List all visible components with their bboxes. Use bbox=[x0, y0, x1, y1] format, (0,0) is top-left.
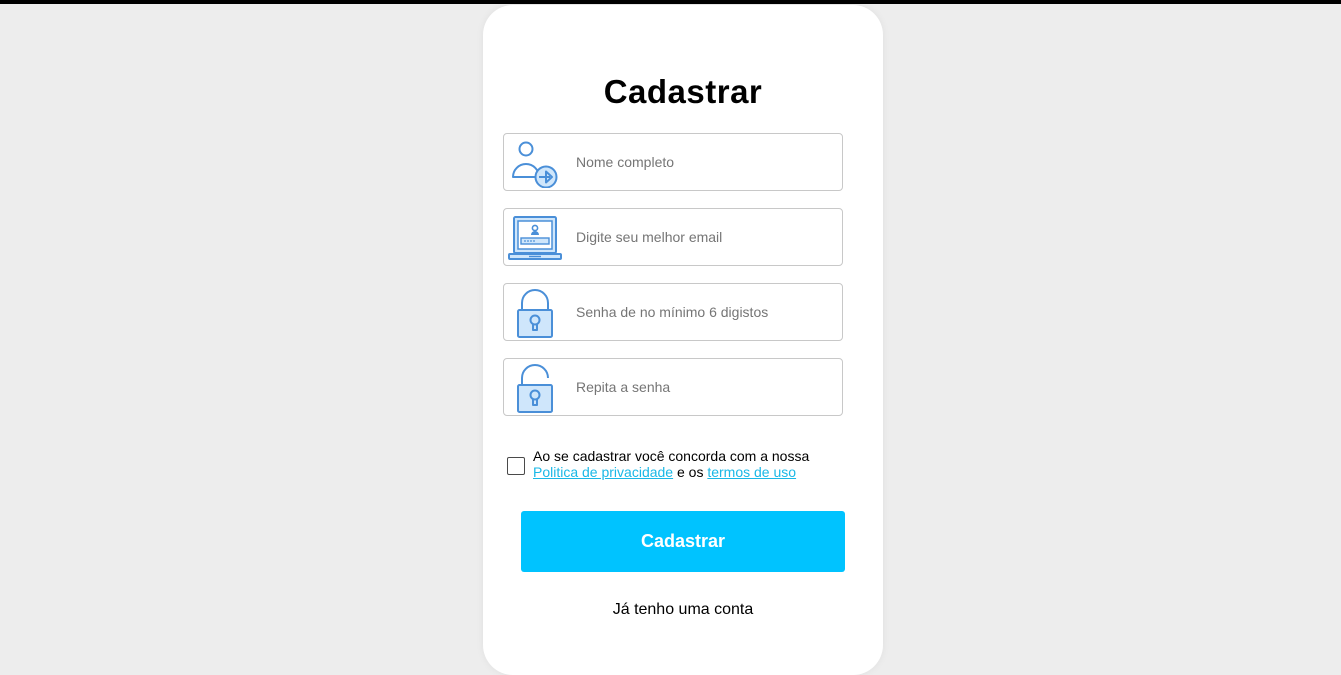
top-border bbox=[0, 0, 1341, 4]
lock-icon bbox=[508, 288, 562, 338]
password-field bbox=[503, 283, 843, 341]
email-field bbox=[503, 208, 843, 266]
laptop-email-icon bbox=[508, 213, 562, 263]
repeat-password-field bbox=[503, 358, 843, 416]
signup-button[interactable]: Cadastrar bbox=[521, 511, 845, 572]
page-title: Cadastrar bbox=[603, 73, 763, 110]
terms-text: Ao se cadastrar você concorda com a noss… bbox=[533, 448, 809, 480]
terms-text-before: Ao se cadastrar você concorda com a noss… bbox=[533, 448, 810, 464]
signup-card: Cadastrar Nome completo Digite seu melho… bbox=[483, 5, 883, 675]
password-input[interactable] bbox=[576, 284, 836, 340]
unlocked-lock-icon bbox=[508, 363, 562, 413]
existing-account-link[interactable]: Já tenho uma conta bbox=[483, 601, 883, 619]
full-name-field bbox=[503, 133, 843, 191]
terms-of-use-link[interactable]: termos de uso bbox=[707, 464, 796, 480]
privacy-policy-link[interactable]: Politica de privacidade bbox=[533, 464, 673, 480]
terms-checkbox[interactable] bbox=[507, 457, 525, 475]
email-input[interactable] bbox=[576, 209, 836, 265]
repeat-password-input[interactable] bbox=[576, 359, 836, 415]
terms-text-middle: e os bbox=[676, 464, 704, 480]
user-arrow-icon bbox=[508, 138, 562, 189]
full-name-input[interactable] bbox=[576, 134, 836, 190]
